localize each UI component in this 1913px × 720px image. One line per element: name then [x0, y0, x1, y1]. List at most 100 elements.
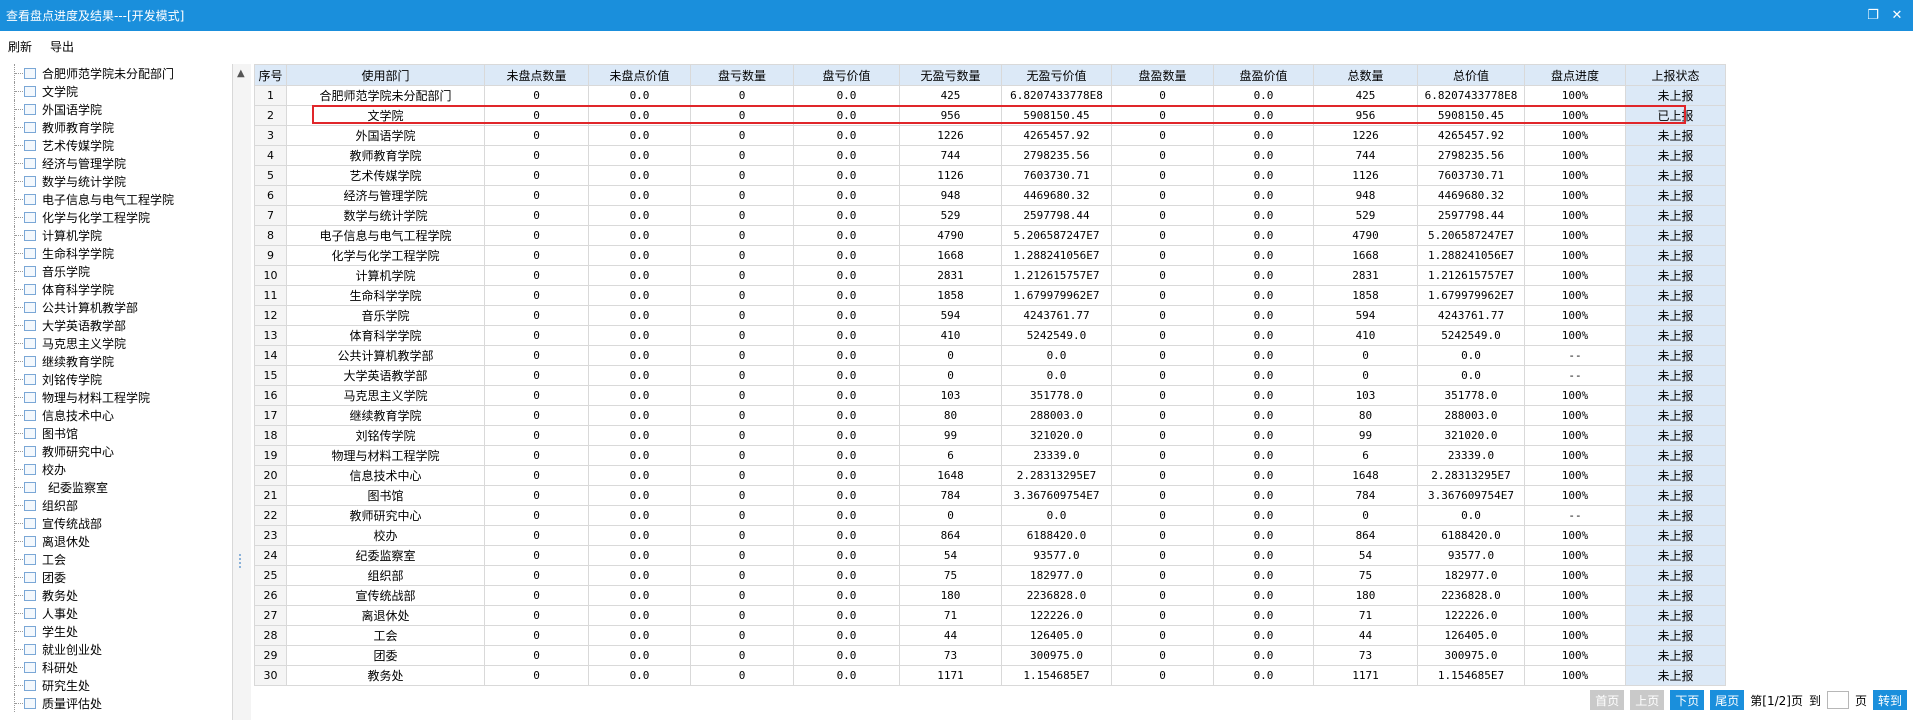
- tree-item[interactable]: 经济与管理学院: [0, 154, 232, 172]
- tree-item[interactable]: 校办: [0, 460, 232, 478]
- column-header[interactable]: 盘点进度: [1524, 64, 1626, 86]
- table-row[interactable]: 21 图书馆 0 0.0 0 0.0 784 3.367609754E7 0 0.0 784 3.36…: [254, 485, 1726, 506]
- tree-item[interactable]: 离退休处: [0, 532, 232, 550]
- column-header[interactable]: 盘盈数量: [1111, 64, 1214, 86]
- table-row[interactable]: 17 继续教育学院 0 0.0 0 0.0 80 288003.0 0 0.0 80 288003.0…: [254, 405, 1726, 426]
- tree-item[interactable]: 外国语学院: [0, 100, 232, 118]
- table-row[interactable]: 3 外国语学院 0 0.0 0 0.0 1226 4265457.92 0 0.0 1226 4265…: [254, 125, 1726, 146]
- tree-item[interactable]: 纪委监察室: [0, 478, 232, 496]
- tree-item[interactable]: 团委: [0, 568, 232, 586]
- table-row[interactable]: 23 校办 0 0.0 0 0.0 864 6188420.0 0 0.0 864 6188420.0…: [254, 525, 1726, 546]
- column-header[interactable]: 无盈亏数量: [899, 64, 1002, 86]
- next-page-button[interactable]: 下页: [1670, 690, 1705, 710]
- tree-item[interactable]: 组织部: [0, 496, 232, 514]
- collapse-up-icon[interactable]: ▲: [237, 68, 247, 79]
- restore-icon[interactable]: ❐: [1863, 6, 1883, 26]
- tree-item[interactable]: 工会: [0, 550, 232, 568]
- table-row[interactable]: 13 体育科学学院 0 0.0 0 0.0 410 5242549.0 0 0.0 410 52425…: [254, 325, 1726, 346]
- prev-page-button[interactable]: 上页: [1630, 690, 1665, 710]
- splitter-handle[interactable]: [239, 554, 244, 568]
- column-header[interactable]: 总价值: [1417, 64, 1525, 86]
- column-header[interactable]: 未盘点价值: [588, 64, 691, 86]
- tree-item-label: 继续教育学院: [42, 354, 115, 369]
- table-row[interactable]: 5 艺术传媒学院 0 0.0 0 0.0 1126 7603730.71 0 0.0 1126 760…: [254, 165, 1726, 186]
- tree-item[interactable]: 生命科学学院: [0, 244, 232, 262]
- tree-item[interactable]: 研究生处: [0, 676, 232, 694]
- table-row[interactable]: 4 教师教育学院 0 0.0 0 0.0 744 2798235.56 0 0.0 744 27982…: [254, 145, 1726, 166]
- column-header[interactable]: 无盈亏价值: [1001, 64, 1112, 86]
- tree-item[interactable]: 数学与统计学院: [0, 172, 232, 190]
- table-row[interactable]: 11 生命科学学院 0 0.0 0 0.0 1858 1.679979962E7 0 0.0 185…: [254, 285, 1726, 306]
- column-header[interactable]: 总数量: [1313, 64, 1418, 86]
- go-button[interactable]: 转到: [1872, 690, 1907, 710]
- table-row[interactable]: 18 刘铭传学院 0 0.0 0 0.0 99 321020.0 0 0.0 99 321020.0 1…: [254, 425, 1726, 446]
- column-header[interactable]: 上报状态: [1625, 64, 1726, 86]
- first-page-button[interactable]: 首页: [1590, 690, 1625, 710]
- table-row[interactable]: 24 纪委监察室 0 0.0 0 0.0 54 93577.0 0 0.0 54 93577.0 100…: [254, 545, 1726, 566]
- tree-item[interactable]: 信息技术中心: [0, 406, 232, 424]
- value-cell: 1.288241056E7: [1417, 245, 1525, 266]
- page-number-input[interactable]: [1826, 691, 1849, 709]
- tree-item[interactable]: 物理与材料工程学院: [0, 388, 232, 406]
- table-row[interactable]: 1 合肥师范学院未分配部门 0 0.0 0 0.0 425 6.8207433778E8 0 0.…: [254, 85, 1726, 106]
- table-row[interactable]: 14 公共计算机教学部 0 0.0 0 0.0 0 0.0 0 0.0 0 0.0 -- 未上报: [254, 345, 1726, 366]
- export-button[interactable]: 导出: [50, 38, 74, 55]
- tree-item[interactable]: 电子信息与电气工程学院: [0, 190, 232, 208]
- table-row[interactable]: 19 物理与材料工程学院 0 0.0 0 0.0 6 23339.0 0 0.0 6 23339.0 1…: [254, 445, 1726, 466]
- table-row[interactable]: 10 计算机学院 0 0.0 0 0.0 2831 1.212615757E7 0 0.0 2831…: [254, 265, 1726, 286]
- close-icon[interactable]: ✕: [1887, 6, 1907, 26]
- tree-item[interactable]: 艺术传媒学院: [0, 136, 232, 154]
- column-header[interactable]: 序号: [254, 64, 287, 86]
- table-row[interactable]: 7 数学与统计学院 0 0.0 0 0.0 529 2597798.44 0 0.0 529 2597…: [254, 205, 1726, 226]
- table-row[interactable]: 2 文学院 0 0.0 0 0.0 956 5908150.45 0 0.0 956 5908150.…: [254, 105, 1726, 126]
- table-row[interactable]: 30 教务处 0 0.0 0 0.0 1171 1.154685E7 0 0.0 1171 1.154…: [254, 665, 1726, 686]
- table-row[interactable]: 12 音乐学院 0 0.0 0 0.0 594 4243761.77 0 0.0 594 424376…: [254, 305, 1726, 326]
- column-header[interactable]: 盘亏价值: [793, 64, 900, 86]
- table-row[interactable]: 26 宣传统战部 0 0.0 0 0.0 180 2236828.0 0 0.0 180 223682…: [254, 585, 1726, 606]
- tree-item[interactable]: 计算机学院: [0, 226, 232, 244]
- tree-item[interactable]: 音乐学院: [0, 262, 232, 280]
- tree-item[interactable]: 继续教育学院: [0, 352, 232, 370]
- tree-item[interactable]: 公共计算机教学部: [0, 298, 232, 316]
- table-row[interactable]: 27 离退休处 0 0.0 0 0.0 71 122226.0 0 0.0 71 122226.0 10…: [254, 605, 1726, 626]
- table-row[interactable]: 6 经济与管理学院 0 0.0 0 0.0 948 4469680.32 0 0.0 948 4469…: [254, 185, 1726, 206]
- table-row[interactable]: 25 组织部 0 0.0 0 0.0 75 182977.0 0 0.0 75 182977.0 100…: [254, 565, 1726, 586]
- tree-item[interactable]: 教师教育学院: [0, 118, 232, 136]
- table-row[interactable]: 15 大学英语教学部 0 0.0 0 0.0 0 0.0 0 0.0 0 0.0 -- 未上报: [254, 365, 1726, 386]
- last-page-button[interactable]: 尾页: [1710, 690, 1745, 710]
- column-header[interactable]: 盘盈价值: [1213, 64, 1314, 86]
- table-row[interactable]: 20 信息技术中心 0 0.0 0 0.0 1648 2.28313295E7 0 0.0 1648…: [254, 465, 1726, 486]
- table-row[interactable]: 22 教师研究中心 0 0.0 0 0.0 0 0.0 0 0.0 0 0.0 -- 未上报: [254, 505, 1726, 526]
- tree-item[interactable]: 教师研究中心: [0, 442, 232, 460]
- table-row[interactable]: 16 马克思主义学院 0 0.0 0 0.0 103 351778.0 0 0.0 103 35177…: [254, 385, 1726, 406]
- table-row[interactable]: 29 团委 0 0.0 0 0.0 73 300975.0 0 0.0 73 300975.0 100%…: [254, 645, 1726, 666]
- column-header[interactable]: 未盘点数量: [484, 64, 589, 86]
- window-controls: ❐ ✕: [1863, 6, 1907, 26]
- value-cell: 122226.0: [1001, 605, 1112, 626]
- tree-item[interactable]: 质量评估处: [0, 694, 232, 712]
- tree-item-label: 组织部: [42, 498, 79, 513]
- tree-item[interactable]: 文学院: [0, 82, 232, 100]
- tree-item[interactable]: 刘铭传学院: [0, 370, 232, 388]
- tree-item[interactable]: 合肥师范学院未分配部门: [0, 64, 232, 82]
- tree-item[interactable]: 科研处: [0, 658, 232, 676]
- table-row[interactable]: 8 电子信息与电气工程学院 0 0.0 0 0.0 4790 5.206587247E7 0 0.…: [254, 225, 1726, 246]
- tree-item[interactable]: 学生处: [0, 622, 232, 640]
- tree-item[interactable]: 体育科学学院: [0, 280, 232, 298]
- value-cell: 0.0: [1213, 185, 1314, 206]
- splitter[interactable]: ▲: [232, 64, 251, 720]
- tree-item[interactable]: 图书馆: [0, 424, 232, 442]
- tree-item[interactable]: 宣传统战部: [0, 514, 232, 532]
- refresh-button[interactable]: 刷新: [8, 38, 32, 55]
- tree-item[interactable]: 教务处: [0, 586, 232, 604]
- tree-item[interactable]: 人事处: [0, 604, 232, 622]
- value-cell: 126405.0: [1001, 625, 1112, 646]
- table-row[interactable]: 28 工会 0 0.0 0 0.0 44 126405.0 0 0.0 44 126405.0 100%…: [254, 625, 1726, 646]
- tree-item[interactable]: 马克思主义学院: [0, 334, 232, 352]
- tree-item[interactable]: 就业创业处: [0, 640, 232, 658]
- table-row[interactable]: 9 化学与化学工程学院 0 0.0 0 0.0 1668 1.288241056E7 0 0.0 1…: [254, 245, 1726, 266]
- column-header[interactable]: 使用部门: [286, 64, 485, 86]
- tree-item[interactable]: 大学英语教学部: [0, 316, 232, 334]
- tree-item[interactable]: 化学与化学工程学院: [0, 208, 232, 226]
- column-header[interactable]: 盘亏数量: [690, 64, 794, 86]
